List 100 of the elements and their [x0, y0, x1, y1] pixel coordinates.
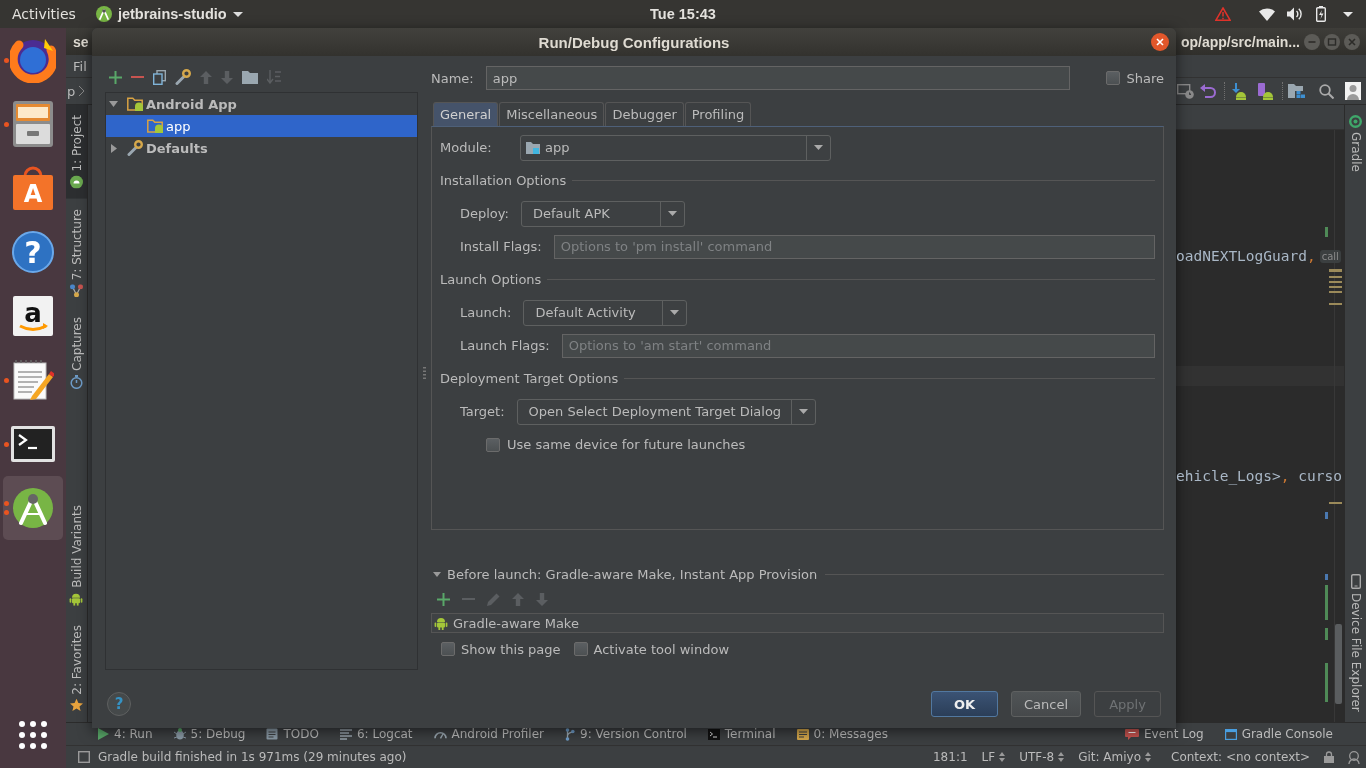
tool-windows-toggle-icon[interactable]	[78, 751, 90, 763]
search-icon[interactable]	[1319, 83, 1334, 99]
tab[interactable]: Miscellaneous	[499, 102, 605, 126]
user-icon[interactable]	[1345, 82, 1361, 100]
checkbox[interactable]	[573, 642, 588, 656]
checkbox[interactable]	[441, 642, 455, 656]
checkbox-label: Share	[1126, 70, 1164, 86]
tree-item[interactable]: Android App	[106, 93, 417, 115]
app-menu[interactable]: jetbrains-studio	[95, 6, 243, 22]
compass-icon	[12, 487, 54, 529]
tree-item[interactable]: Defaults	[106, 137, 417, 159]
section-title: Launch Options	[440, 272, 542, 287]
dock-launcher[interactable]: A	[3, 156, 63, 220]
section-title: Installation Options	[440, 173, 567, 188]
dock-launcher[interactable]: ?	[3, 220, 63, 284]
dialog-button[interactable]: OK	[930, 691, 998, 717]
checkbox[interactable]	[1106, 71, 1121, 85]
dialog-title: Run/Debug Configurations	[537, 33, 731, 51]
tool-window-button[interactable]: Build Variants	[66, 494, 87, 616]
warning-stripes-icon	[1329, 269, 1342, 305]
web-browser-icon	[10, 37, 56, 83]
undo-icon[interactable]	[1200, 84, 1216, 98]
android-download-icon[interactable]	[1230, 82, 1247, 100]
tree-item[interactable]: app	[106, 115, 417, 137]
tool-window-button[interactable]: Terminal	[707, 727, 776, 741]
dropdown[interactable]: Default Activity	[523, 299, 688, 326]
tool-window-button[interactable]: TODO	[266, 727, 319, 741]
tab[interactable]: Debugger	[605, 102, 684, 126]
caret-position[interactable]: 181:1	[933, 750, 968, 764]
tool-window-button[interactable]: 7: Structure	[66, 198, 87, 307]
tool-window-button[interactable]: Gradle	[1345, 105, 1366, 182]
minimize-icon[interactable]	[1304, 33, 1320, 50]
dock-launcher[interactable]	[3, 476, 63, 540]
tool-window-button[interactable]: Captures	[66, 306, 87, 399]
updown-arrows-icon	[1145, 752, 1152, 762]
file-encoding[interactable]: UTF-8	[1019, 750, 1055, 764]
star-icon	[70, 699, 83, 712]
field-label: Module:	[440, 140, 493, 155]
app-grid-icon[interactable]	[19, 721, 47, 749]
parameter-hint: call	[1319, 249, 1341, 263]
section-title: Deployment Target Options	[440, 371, 619, 386]
tool-window-button[interactable]: Device File Explorer	[1345, 564, 1366, 722]
close-icon[interactable]	[1151, 33, 1169, 51]
field-label: Install Flags:	[460, 239, 542, 254]
tool-window-button[interactable]: 4: Run	[98, 727, 153, 741]
dropdown[interactable]: Open Select Deployment Target Dialog	[516, 398, 817, 425]
clock[interactable]: Tue 15:43	[650, 6, 716, 22]
wifi-icon[interactable]	[1259, 7, 1275, 21]
git-branch[interactable]: Git: Amiyo	[1078, 750, 1142, 764]
field-label: Target:	[460, 404, 505, 419]
tool-window-button[interactable]: Event Log	[1125, 727, 1204, 741]
caret-down-icon	[670, 310, 680, 315]
line-separator[interactable]: LF	[981, 750, 996, 764]
dialog-button[interactable]: Cancel	[1010, 691, 1081, 717]
splitter-grip-icon[interactable]	[423, 367, 426, 379]
add-icon[interactable]	[437, 592, 450, 606]
dropdown[interactable]: app	[520, 134, 831, 161]
tool-window-button[interactable]: 1: Project	[66, 105, 87, 199]
activities-button[interactable]: Activities	[12, 6, 76, 22]
caret-right-icon[interactable]	[110, 143, 117, 153]
text-field[interactable]: Options to 'am start' command	[561, 333, 1155, 358]
add-icon[interactable]	[109, 70, 122, 84]
volume-icon[interactable]	[1287, 7, 1302, 21]
monitor-clock-icon[interactable]	[1177, 83, 1194, 99]
context-indicator[interactable]: Context: <no context>	[1171, 750, 1310, 764]
section-toggle[interactable]: Before launch: Gradle-aware Make, Instant App Provision	[447, 567, 818, 582]
log-lines-icon	[339, 728, 352, 740]
name-field[interactable]: app	[485, 66, 1071, 90]
task-item[interactable]: Gradle-aware Make	[432, 614, 1163, 632]
breadcrumb-item[interactable]: p	[67, 83, 76, 99]
copy-icon[interactable]	[153, 69, 166, 85]
android-device-icon[interactable]	[1257, 82, 1274, 100]
tool-window-button[interactable]: Android Profiler	[433, 727, 544, 741]
folder-icon[interactable]	[242, 70, 258, 84]
lock-icon[interactable]	[1324, 751, 1334, 763]
wrench-icon[interactable]	[175, 69, 191, 85]
folder-grid-icon[interactable]	[1288, 84, 1305, 98]
person-outline-icon[interactable]	[1348, 750, 1360, 764]
warning-icon[interactable]	[1215, 7, 1231, 21]
battery-icon[interactable]	[1316, 6, 1326, 22]
speech-bubble-icon	[1125, 728, 1139, 740]
bug-icon	[173, 728, 186, 740]
tab[interactable]: General	[433, 102, 499, 126]
android-folder-icon	[147, 119, 163, 133]
terminal-icon	[11, 426, 55, 462]
scrollbar-thumb[interactable]	[1335, 624, 1342, 704]
tool-window-button[interactable]: 0: Messages	[796, 727, 888, 741]
tab[interactable]: Profiling	[684, 102, 752, 126]
text-field[interactable]: Options to 'pm install' command	[553, 234, 1155, 259]
dock-launcher[interactable]: a	[3, 284, 63, 348]
menu-item[interactable]: Fil	[73, 58, 87, 74]
chevron-right-icon	[79, 86, 85, 96]
caret-down-icon[interactable]	[1343, 11, 1353, 17]
tool-window-button[interactable]: 5: Debug	[173, 727, 246, 741]
checkbox[interactable]	[486, 437, 500, 452]
tool-window-button[interactable]: 2: Favorites	[66, 615, 87, 722]
tool-window-button[interactable]: 6: Logcat	[339, 727, 413, 741]
maximize-icon[interactable]	[1324, 33, 1340, 50]
dropdown[interactable]: Default APK	[520, 200, 685, 227]
tool-window-button[interactable]: Gradle Console	[1224, 727, 1333, 741]
